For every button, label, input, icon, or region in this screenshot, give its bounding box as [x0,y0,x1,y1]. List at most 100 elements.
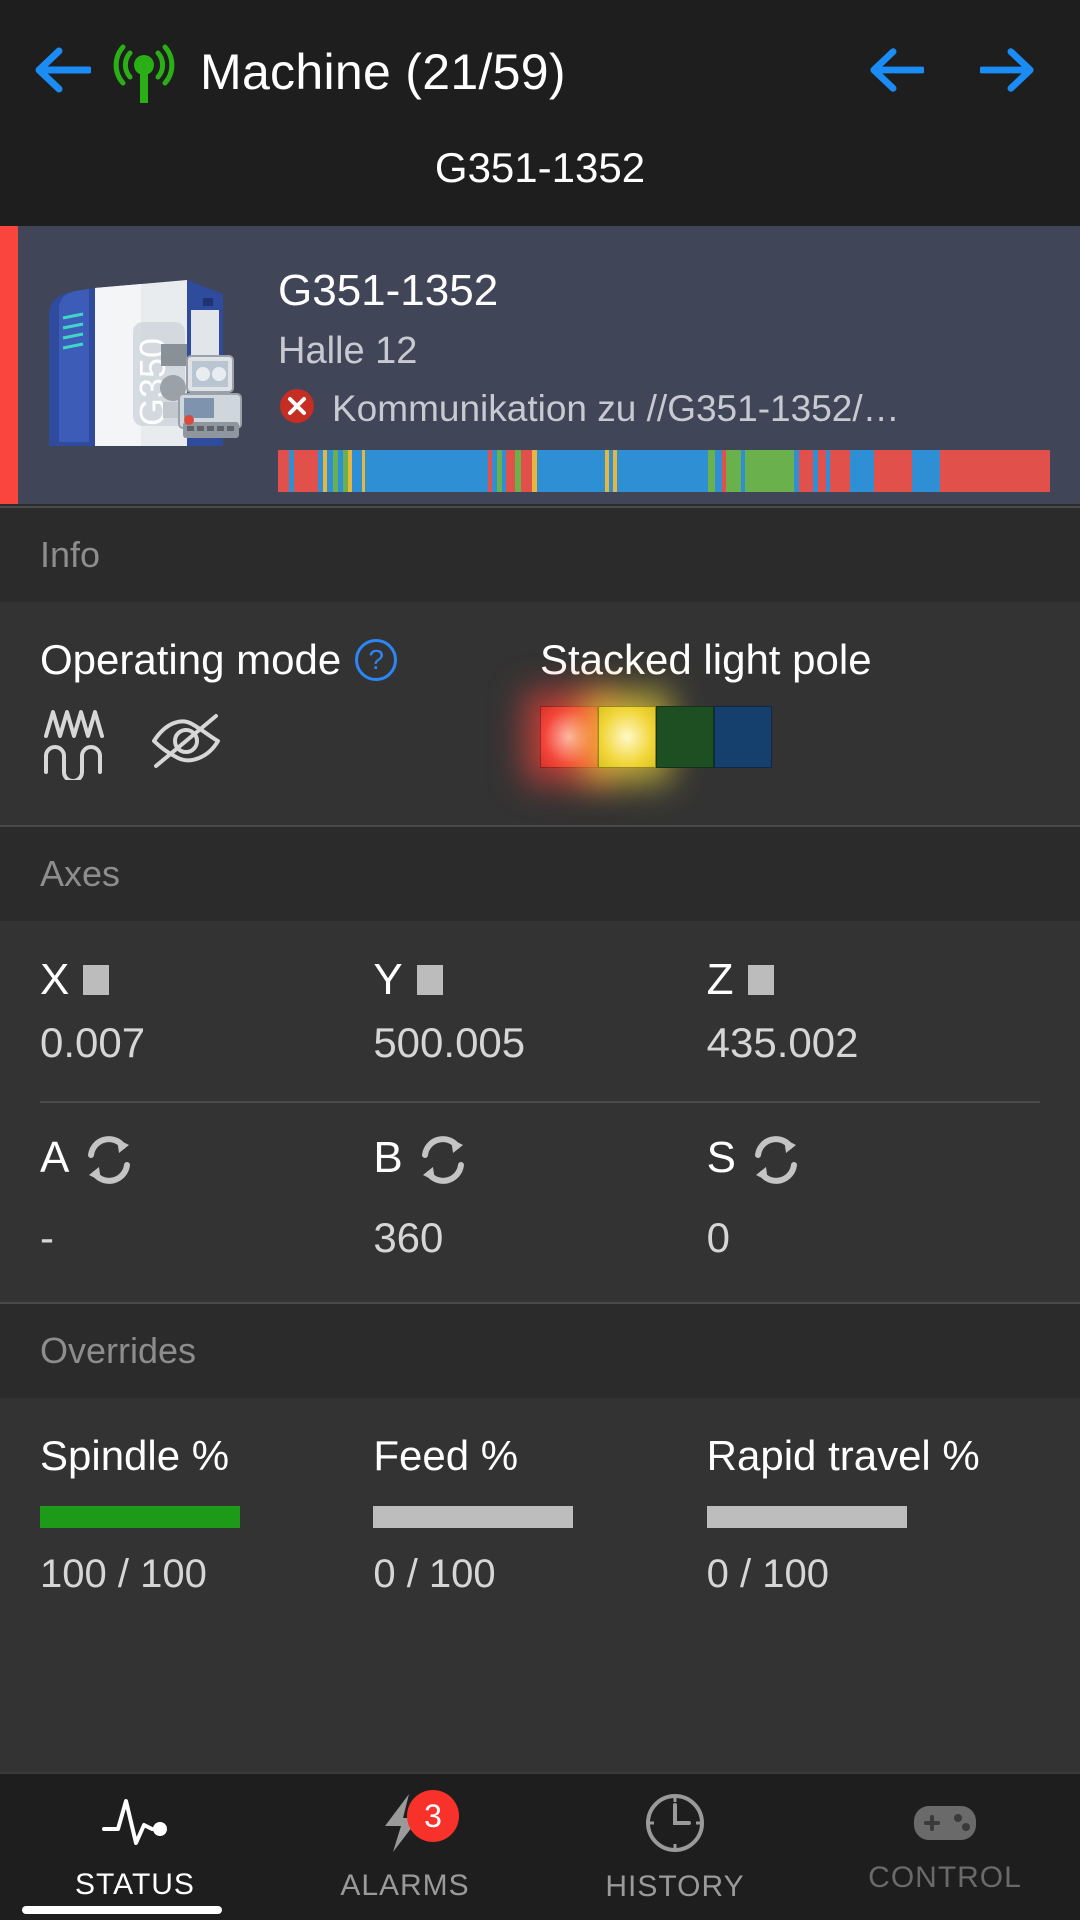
override-value: 100 / 100 [40,1552,207,1596]
axis-cell-s: S0 [707,1133,1040,1262]
previous-machine-button[interactable] [868,47,926,98]
timeline-segment [278,450,289,492]
timeline-segment [874,450,913,492]
axis-name: S [706,1133,737,1182]
clock-icon [643,1791,707,1860]
content-spacer [0,1637,1080,1772]
red-lamp [540,706,598,768]
timeline-segment [294,450,318,492]
override-cell: Spindle % 100 / 100 [40,1432,373,1597]
timeline-segment [536,450,606,492]
axis-head: X [40,955,373,1005]
axis-head: B [373,1133,706,1200]
timeline-segment [352,450,362,492]
machine-card[interactable]: G350 G351-1352 Halle 12 Kommunikation zu… [0,226,1080,506]
rotation-refresh-icon [79,1133,139,1200]
timeline-segment [798,450,814,492]
rotary-axes-row: A - B 360 S 0 [40,1133,1040,1262]
gamepad-icon [910,1800,980,1851]
stacked-light-pole [540,706,772,768]
override-cell: Rapid travel % 0 / 100 [706,1432,1040,1597]
timeline-segment [745,450,795,492]
header-nav-group [868,47,1054,98]
square-indicator-icon [747,965,774,995]
axis-name: B [373,1133,403,1182]
axis-name: Z [706,955,734,1004]
info-section-body: Operating mode ? Stacked light pole [0,602,1080,825]
timeline-segment [616,450,708,492]
info-columns: Operating mode ? Stacked light pole [40,636,1040,785]
axis-name: A [40,1133,70,1182]
timeline-segment [715,450,723,492]
header-row: Machine (21/59) [0,26,1080,118]
axis-value: 500.005 [373,1019,526,1066]
timeline-segment [725,450,741,492]
axis-name: Y [373,955,403,1004]
nav-item-label: HISTORY [605,1869,745,1903]
override-fill [40,1506,240,1528]
machine-location: Halle 12 [278,330,418,372]
green-lamp [656,706,714,768]
override-label: Spindle % [40,1432,230,1479]
nav-item-alarms[interactable]: ALARMS 3 [270,1774,540,1920]
pulse-heartbeat-icon [100,1793,170,1858]
status-stripe [0,226,18,504]
rotation-refresh-icon [746,1133,806,1200]
stacked-light-pole-label: Stacked light pole [540,636,872,683]
axis-value: 0.007 [40,1019,146,1066]
axis-value: - [40,1214,54,1261]
arrow-right-icon [978,47,1036,98]
rotation-refresh-icon [413,1133,473,1200]
help-circle-icon[interactable]: ? [355,639,398,681]
nav-item-label: STATUS [75,1867,195,1901]
timeline-segment [940,450,1050,492]
timeline-segment [365,450,488,492]
operating-mode-label-row: Operating mode ? [40,636,540,684]
arrow-left-icon [33,47,93,98]
axis-head: Y [373,955,706,1005]
override-track [373,1506,574,1528]
timeline-segment [830,450,851,492]
next-machine-button[interactable] [978,47,1036,98]
override-track [706,1506,907,1528]
back-button[interactable] [26,47,98,98]
axes-divider [40,1101,1040,1103]
axes-section-body: X 0.007 Y 500.005 Z 435.002 A - B 360 S 0 [0,921,1080,1302]
broadcast-antenna-icon [110,39,178,105]
timeline-segment [707,450,716,492]
overrides-section-body: Spindle % 100 / 100 Feed % 0 / 100 Rapid tra… [0,1398,1080,1637]
app-header: Machine (21/59) G351-1352 [0,0,1080,226]
nav-item-history[interactable]: HISTORY [540,1774,810,1920]
axis-value: 360 [373,1214,444,1261]
override-cell: Feed % 0 / 100 [373,1432,706,1597]
blue-lamp [714,706,772,768]
arrow-left-icon [868,47,926,98]
axis-cell-b: B 360 [373,1133,706,1262]
axis-name: X [40,955,70,1004]
square-indicator-icon [83,965,110,995]
timeline-segment [817,450,826,492]
operating-mode-icons [40,702,540,785]
nav-item-status[interactable]: STATUS [0,1774,270,1920]
timeline-segment [912,450,941,492]
timeline-segment [506,450,516,492]
machine-details: G351-1352 Halle 12 Kommunikation zu //G3… [266,226,1080,504]
axis-cell-z: Z 435.002 [707,955,1040,1067]
timeline-segment [850,450,875,492]
alarm-badge: 3 [407,1790,459,1842]
override-value: 0 / 100 [373,1552,496,1596]
stacked-light-pole-block: Stacked light pole [540,636,1040,785]
axis-head: A [40,1133,373,1200]
bottom-navigation: STATUS ALARMS 3 HISTORY CONTROL [0,1772,1080,1920]
axis-cell-x: X 0.007 [40,955,373,1067]
yellow-lamp [598,706,656,768]
header-subtitle: G351-1352 [434,144,646,191]
overrides-row: Spindle % 100 / 100 Feed % 0 / 100 Rapid tra… [40,1432,1040,1597]
machine-thumbnail: G350 [18,226,266,504]
section-header-axes: Axes [0,825,1080,921]
waveform-icon [40,702,114,785]
utilization-timeline[interactable] [278,450,1050,492]
nav-item-label: ALARMS [340,1868,470,1902]
machine-message-row: Kommunikation zu //G351-1352/… [278,387,1050,430]
axis-cell-a: A- [40,1133,373,1262]
